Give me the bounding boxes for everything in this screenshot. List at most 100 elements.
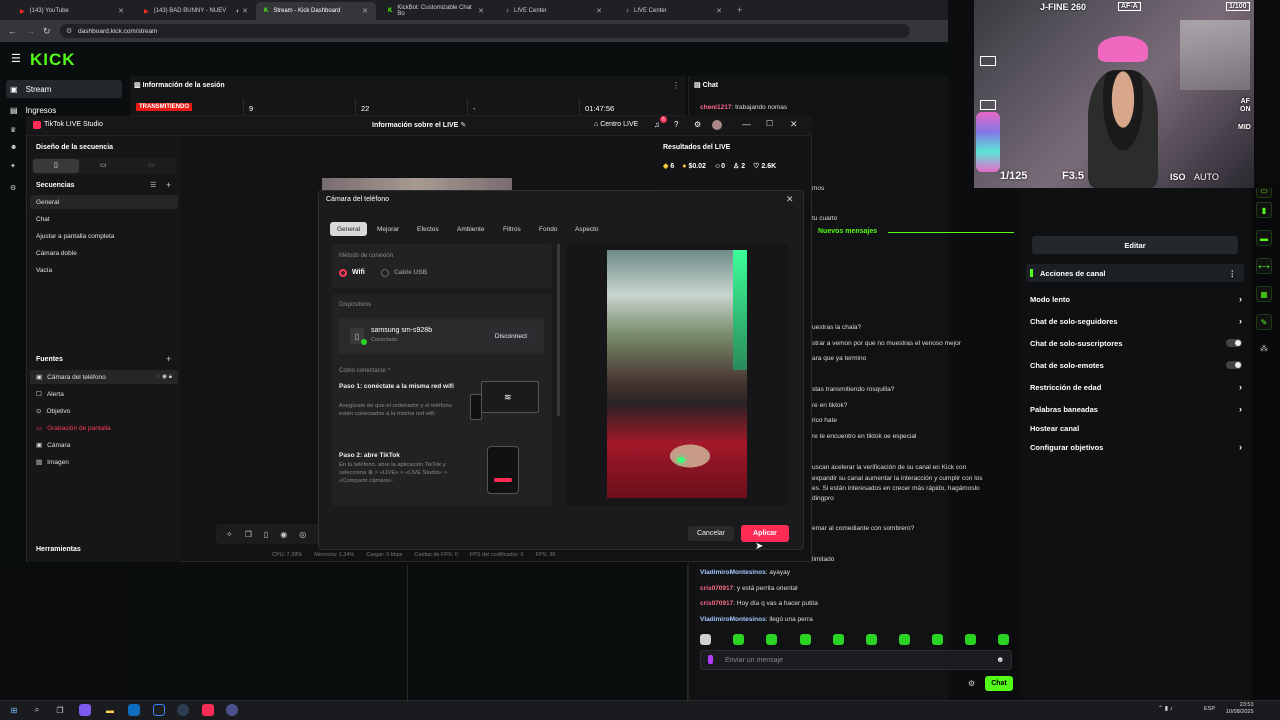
source-item[interactable]: ▨ Imagen: [30, 455, 178, 469]
cancel-button[interactable]: Cancelar: [688, 526, 734, 541]
settings-icon[interactable]: ⚙: [10, 184, 16, 192]
word-icon[interactable]: [153, 704, 165, 716]
channel-action-item[interactable]: Chat de solo-seguidores ›: [1030, 314, 1242, 328]
search-icon[interactable]: ⌕: [31, 704, 43, 716]
toggle-switch[interactable]: [1226, 339, 1242, 347]
horizontal-layout-icon[interactable]: ▭: [100, 161, 107, 169]
emote-icon[interactable]: [700, 634, 711, 645]
chat-send-button[interactable]: Chat: [985, 676, 1013, 691]
emote-icon[interactable]: [965, 634, 976, 645]
wrench-icon[interactable]: ✎: [1256, 314, 1272, 330]
grid-icon[interactable]: ▦: [1256, 286, 1272, 302]
tiktok-live-studio-icon[interactable]: [202, 704, 214, 716]
modal-tab[interactable]: Filtros: [496, 222, 528, 236]
close-icon[interactable]: ✕: [362, 7, 368, 15]
close-icon[interactable]: ✕: [786, 194, 794, 205]
source-item[interactable]: ▣ Cámara del teléfono ◌ ◉ 🔒︎: [30, 370, 178, 384]
mod-tool-icon[interactable]: ▮: [1256, 202, 1272, 218]
emote-icon[interactable]: [800, 634, 811, 645]
phone-icon[interactable]: ▯: [264, 530, 268, 539]
new-messages-label[interactable]: Nuevos mensajes: [818, 228, 877, 235]
sequence-item[interactable]: General: [30, 195, 178, 209]
source-item[interactable]: ▭ Grabación de pantalla: [30, 421, 178, 435]
usb-label[interactable]: Cable USB: [394, 269, 427, 276]
sequence-item[interactable]: Chat: [30, 212, 178, 226]
bell-icon[interactable]: ♫: [654, 120, 660, 129]
chrome-icon[interactable]: [177, 704, 189, 716]
chat-tool-icon[interactable]: ▬: [1256, 230, 1272, 246]
dual-layout-icon[interactable]: ▭: [148, 161, 155, 169]
forward-icon[interactable]: →: [26, 26, 35, 36]
channel-action-item[interactable]: Palabras baneadas ›: [1030, 402, 1242, 416]
mute-icon[interactable]: ◐ ✕: [236, 7, 248, 15]
users-icon[interactable]: ☻: [10, 144, 17, 151]
browser-tab-live-center-1[interactable]: ♪ LIVE Center ✕: [498, 2, 610, 20]
windows-start-icon[interactable]: ⊞: [8, 704, 20, 716]
layers-icon[interactable]: ❐: [245, 530, 252, 539]
menu-icon[interactable]: ☰: [11, 52, 21, 65]
emote-icon[interactable]: [833, 634, 844, 645]
puzzle-icon[interactable]: ✦: [10, 162, 16, 170]
settings-icon[interactable]: ⚙: [694, 120, 701, 129]
source-item[interactable]: ☐ Alerta: [30, 387, 178, 401]
tools-title[interactable]: Herramientas: [36, 546, 81, 553]
channel-action-item[interactable]: Chat de solo-suscriptores: [1030, 336, 1242, 350]
reload-icon[interactable]: ↻: [43, 26, 51, 37]
disconnect-button[interactable]: Disconnect: [486, 328, 536, 344]
source-item[interactable]: ▣ Cámara: [30, 438, 178, 452]
site-info-icon[interactable]: ⚙: [66, 27, 72, 35]
avatar[interactable]: [712, 120, 722, 130]
close-icon[interactable]: ✕: [118, 7, 124, 15]
browser-tab-kick-dashboard[interactable]: K Stream - Kick Dashboard ✕: [256, 2, 376, 20]
more-icon[interactable]: ⋮: [1229, 269, 1237, 278]
emote-icon[interactable]: [998, 634, 1009, 645]
scrollbar[interactable]: [557, 244, 560, 416]
close-icon[interactable]: ✕: [790, 119, 798, 130]
modal-tab[interactable]: Ambiente: [450, 222, 491, 236]
browser-tab-live-center-2[interactable]: ♪ LIVE Center ✕: [618, 2, 730, 20]
sequence-item[interactable]: Cámara doble: [30, 246, 178, 260]
browser-tab-bad-bunny[interactable]: ▶ (143) BAD BUNNY - NUEV ◐ ✕: [136, 2, 256, 20]
channel-action-item[interactable]: Configurar objetivos ›: [1030, 440, 1242, 454]
outlook-icon[interactable]: [128, 704, 140, 716]
camera-icon[interactable]: ◎: [299, 530, 306, 539]
back-icon[interactable]: ←: [8, 26, 17, 36]
close-icon[interactable]: ✕: [716, 7, 722, 15]
browser-tab-kickbot[interactable]: K KickBot: Customizable Chat Bo ✕: [380, 2, 492, 20]
wifi-radio[interactable]: [339, 269, 347, 277]
edit-button[interactable]: Editar: [1032, 236, 1238, 254]
channel-action-item[interactable]: Modo lento ›: [1030, 292, 1242, 306]
link-icon[interactable]: ⟷: [1256, 258, 1272, 274]
source-item[interactable]: ⊙ Objetivo: [30, 404, 178, 418]
kick-logo[interactable]: KICK: [30, 50, 76, 70]
source-controls[interactable]: ◌ ◉ 🔒︎: [157, 373, 172, 381]
emote-icon[interactable]: [899, 634, 910, 645]
address-bar[interactable]: dashboard.kick.com/stream: [60, 24, 910, 38]
wifi-label[interactable]: Wifi: [352, 269, 365, 276]
emote-icon[interactable]: [766, 634, 777, 645]
emote-icon[interactable]: [866, 634, 877, 645]
add-sequence-icon[interactable]: +: [166, 180, 171, 190]
emote-icon[interactable]: [932, 634, 943, 645]
channel-action-item[interactable]: Restricción de edad ›: [1030, 380, 1242, 394]
how-to-toggle[interactable]: Cómo conectarse ^: [339, 368, 391, 374]
clock[interactable]: 23:53 10/08/2025: [1226, 702, 1254, 716]
close-icon[interactable]: ✕: [478, 7, 484, 15]
trophy-icon[interactable]: ♛: [10, 126, 16, 134]
sidebar-item-stream[interactable]: ▣ Stream: [6, 80, 122, 98]
obs-icon[interactable]: [226, 704, 238, 716]
modal-tab[interactable]: Aspecto: [568, 222, 606, 236]
live-center-button[interactable]: ⌂ Centro LIVE: [594, 121, 638, 128]
help-icon[interactable]: ?: [674, 120, 678, 129]
language-indicator[interactable]: ESP: [1204, 706, 1215, 712]
sequence-item[interactable]: Vacía: [30, 263, 178, 277]
maximize-icon[interactable]: ☐: [766, 119, 773, 128]
usb-radio[interactable]: [381, 269, 389, 277]
chat-input[interactable]: Enviar un mensaje: [700, 650, 1012, 670]
minimize-icon[interactable]: —: [742, 119, 751, 129]
apply-button[interactable]: Aplicar: [741, 525, 789, 542]
more-icon[interactable]: ⋮: [672, 81, 680, 90]
magic-icon[interactable]: ✧: [226, 530, 233, 539]
sequence-item[interactable]: Ajustar a pantalla completa: [30, 229, 178, 243]
explorer-icon[interactable]: ▬: [104, 704, 116, 716]
